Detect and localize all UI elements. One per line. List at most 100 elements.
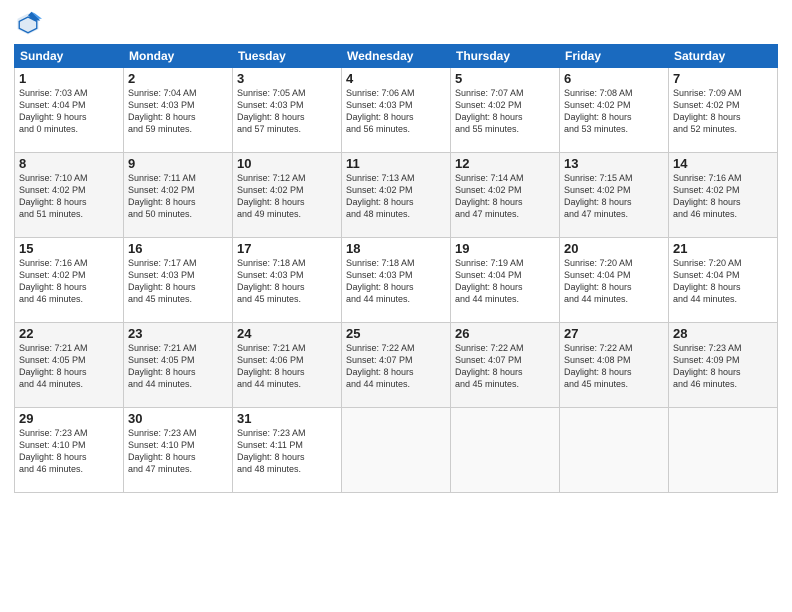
- day-info: Sunrise: 7:08 AM Sunset: 4:02 PM Dayligh…: [564, 87, 664, 136]
- calendar-cell: 2Sunrise: 7:04 AM Sunset: 4:03 PM Daylig…: [124, 68, 233, 153]
- day-number: 12: [455, 156, 555, 171]
- day-info: Sunrise: 7:22 AM Sunset: 4:07 PM Dayligh…: [346, 342, 446, 391]
- calendar-cell: 14Sunrise: 7:16 AM Sunset: 4:02 PM Dayli…: [669, 153, 778, 238]
- day-info: Sunrise: 7:10 AM Sunset: 4:02 PM Dayligh…: [19, 172, 119, 221]
- calendar-cell: 17Sunrise: 7:18 AM Sunset: 4:03 PM Dayli…: [233, 238, 342, 323]
- day-number: 1: [19, 71, 119, 86]
- day-number: 6: [564, 71, 664, 86]
- day-number: 10: [237, 156, 337, 171]
- day-info: Sunrise: 7:21 AM Sunset: 4:05 PM Dayligh…: [128, 342, 228, 391]
- day-info: Sunrise: 7:20 AM Sunset: 4:04 PM Dayligh…: [673, 257, 773, 306]
- calendar-cell: 8Sunrise: 7:10 AM Sunset: 4:02 PM Daylig…: [15, 153, 124, 238]
- day-info: Sunrise: 7:07 AM Sunset: 4:02 PM Dayligh…: [455, 87, 555, 136]
- day-info: Sunrise: 7:13 AM Sunset: 4:02 PM Dayligh…: [346, 172, 446, 221]
- day-info: Sunrise: 7:09 AM Sunset: 4:02 PM Dayligh…: [673, 87, 773, 136]
- calendar-cell: 30Sunrise: 7:23 AM Sunset: 4:10 PM Dayli…: [124, 408, 233, 493]
- calendar-cell: 20Sunrise: 7:20 AM Sunset: 4:04 PM Dayli…: [560, 238, 669, 323]
- weekday-header-saturday: Saturday: [669, 45, 778, 68]
- calendar-cell: [669, 408, 778, 493]
- day-number: 2: [128, 71, 228, 86]
- day-info: Sunrise: 7:22 AM Sunset: 4:08 PM Dayligh…: [564, 342, 664, 391]
- calendar-cell: 21Sunrise: 7:20 AM Sunset: 4:04 PM Dayli…: [669, 238, 778, 323]
- day-info: Sunrise: 7:11 AM Sunset: 4:02 PM Dayligh…: [128, 172, 228, 221]
- day-info: Sunrise: 7:15 AM Sunset: 4:02 PM Dayligh…: [564, 172, 664, 221]
- day-info: Sunrise: 7:16 AM Sunset: 4:02 PM Dayligh…: [19, 257, 119, 306]
- day-info: Sunrise: 7:23 AM Sunset: 4:10 PM Dayligh…: [128, 427, 228, 476]
- calendar-cell: 31Sunrise: 7:23 AM Sunset: 4:11 PM Dayli…: [233, 408, 342, 493]
- calendar-cell: 29Sunrise: 7:23 AM Sunset: 4:10 PM Dayli…: [15, 408, 124, 493]
- weekday-header-row: SundayMondayTuesdayWednesdayThursdayFrid…: [15, 45, 778, 68]
- weekday-header-monday: Monday: [124, 45, 233, 68]
- calendar-cell: 5Sunrise: 7:07 AM Sunset: 4:02 PM Daylig…: [451, 68, 560, 153]
- calendar-cell: 9Sunrise: 7:11 AM Sunset: 4:02 PM Daylig…: [124, 153, 233, 238]
- day-info: Sunrise: 7:16 AM Sunset: 4:02 PM Dayligh…: [673, 172, 773, 221]
- calendar-table: SundayMondayTuesdayWednesdayThursdayFrid…: [14, 44, 778, 493]
- day-info: Sunrise: 7:18 AM Sunset: 4:03 PM Dayligh…: [346, 257, 446, 306]
- day-number: 31: [237, 411, 337, 426]
- page-header: [14, 10, 778, 38]
- calendar-cell: 6Sunrise: 7:08 AM Sunset: 4:02 PM Daylig…: [560, 68, 669, 153]
- calendar-week-3: 15Sunrise: 7:16 AM Sunset: 4:02 PM Dayli…: [15, 238, 778, 323]
- weekday-header-sunday: Sunday: [15, 45, 124, 68]
- day-number: 20: [564, 241, 664, 256]
- calendar-cell: 24Sunrise: 7:21 AM Sunset: 4:06 PM Dayli…: [233, 323, 342, 408]
- day-info: Sunrise: 7:04 AM Sunset: 4:03 PM Dayligh…: [128, 87, 228, 136]
- calendar-week-1: 1Sunrise: 7:03 AM Sunset: 4:04 PM Daylig…: [15, 68, 778, 153]
- calendar-week-5: 29Sunrise: 7:23 AM Sunset: 4:10 PM Dayli…: [15, 408, 778, 493]
- day-number: 21: [673, 241, 773, 256]
- day-info: Sunrise: 7:23 AM Sunset: 4:11 PM Dayligh…: [237, 427, 337, 476]
- day-number: 19: [455, 241, 555, 256]
- day-number: 26: [455, 326, 555, 341]
- day-info: Sunrise: 7:21 AM Sunset: 4:06 PM Dayligh…: [237, 342, 337, 391]
- day-info: Sunrise: 7:14 AM Sunset: 4:02 PM Dayligh…: [455, 172, 555, 221]
- logo: [14, 10, 46, 38]
- calendar-cell: [451, 408, 560, 493]
- day-info: Sunrise: 7:17 AM Sunset: 4:03 PM Dayligh…: [128, 257, 228, 306]
- calendar-cell: 16Sunrise: 7:17 AM Sunset: 4:03 PM Dayli…: [124, 238, 233, 323]
- calendar-cell: 25Sunrise: 7:22 AM Sunset: 4:07 PM Dayli…: [342, 323, 451, 408]
- calendar-cell: 1Sunrise: 7:03 AM Sunset: 4:04 PM Daylig…: [15, 68, 124, 153]
- day-number: 5: [455, 71, 555, 86]
- weekday-header-thursday: Thursday: [451, 45, 560, 68]
- day-number: 13: [564, 156, 664, 171]
- calendar-cell: 22Sunrise: 7:21 AM Sunset: 4:05 PM Dayli…: [15, 323, 124, 408]
- day-number: 29: [19, 411, 119, 426]
- day-number: 15: [19, 241, 119, 256]
- calendar-cell: 15Sunrise: 7:16 AM Sunset: 4:02 PM Dayli…: [15, 238, 124, 323]
- calendar-cell: 11Sunrise: 7:13 AM Sunset: 4:02 PM Dayli…: [342, 153, 451, 238]
- day-number: 11: [346, 156, 446, 171]
- day-number: 3: [237, 71, 337, 86]
- calendar-cell: 4Sunrise: 7:06 AM Sunset: 4:03 PM Daylig…: [342, 68, 451, 153]
- day-number: 28: [673, 326, 773, 341]
- day-number: 9: [128, 156, 228, 171]
- weekday-header-friday: Friday: [560, 45, 669, 68]
- day-number: 25: [346, 326, 446, 341]
- calendar-cell: 23Sunrise: 7:21 AM Sunset: 4:05 PM Dayli…: [124, 323, 233, 408]
- weekday-header-wednesday: Wednesday: [342, 45, 451, 68]
- day-number: 30: [128, 411, 228, 426]
- day-number: 8: [19, 156, 119, 171]
- day-number: 4: [346, 71, 446, 86]
- day-info: Sunrise: 7:06 AM Sunset: 4:03 PM Dayligh…: [346, 87, 446, 136]
- calendar-cell: 19Sunrise: 7:19 AM Sunset: 4:04 PM Dayli…: [451, 238, 560, 323]
- day-number: 18: [346, 241, 446, 256]
- calendar-cell: [342, 408, 451, 493]
- day-info: Sunrise: 7:22 AM Sunset: 4:07 PM Dayligh…: [455, 342, 555, 391]
- calendar-cell: 27Sunrise: 7:22 AM Sunset: 4:08 PM Dayli…: [560, 323, 669, 408]
- calendar-cell: 18Sunrise: 7:18 AM Sunset: 4:03 PM Dayli…: [342, 238, 451, 323]
- calendar-cell: 13Sunrise: 7:15 AM Sunset: 4:02 PM Dayli…: [560, 153, 669, 238]
- calendar-week-4: 22Sunrise: 7:21 AM Sunset: 4:05 PM Dayli…: [15, 323, 778, 408]
- calendar-cell: 3Sunrise: 7:05 AM Sunset: 4:03 PM Daylig…: [233, 68, 342, 153]
- day-info: Sunrise: 7:21 AM Sunset: 4:05 PM Dayligh…: [19, 342, 119, 391]
- day-number: 24: [237, 326, 337, 341]
- day-number: 23: [128, 326, 228, 341]
- day-number: 27: [564, 326, 664, 341]
- day-info: Sunrise: 7:20 AM Sunset: 4:04 PM Dayligh…: [564, 257, 664, 306]
- day-info: Sunrise: 7:12 AM Sunset: 4:02 PM Dayligh…: [237, 172, 337, 221]
- calendar-cell: 7Sunrise: 7:09 AM Sunset: 4:02 PM Daylig…: [669, 68, 778, 153]
- day-number: 17: [237, 241, 337, 256]
- day-info: Sunrise: 7:03 AM Sunset: 4:04 PM Dayligh…: [19, 87, 119, 136]
- day-info: Sunrise: 7:23 AM Sunset: 4:10 PM Dayligh…: [19, 427, 119, 476]
- calendar-cell: 28Sunrise: 7:23 AM Sunset: 4:09 PM Dayli…: [669, 323, 778, 408]
- day-info: Sunrise: 7:05 AM Sunset: 4:03 PM Dayligh…: [237, 87, 337, 136]
